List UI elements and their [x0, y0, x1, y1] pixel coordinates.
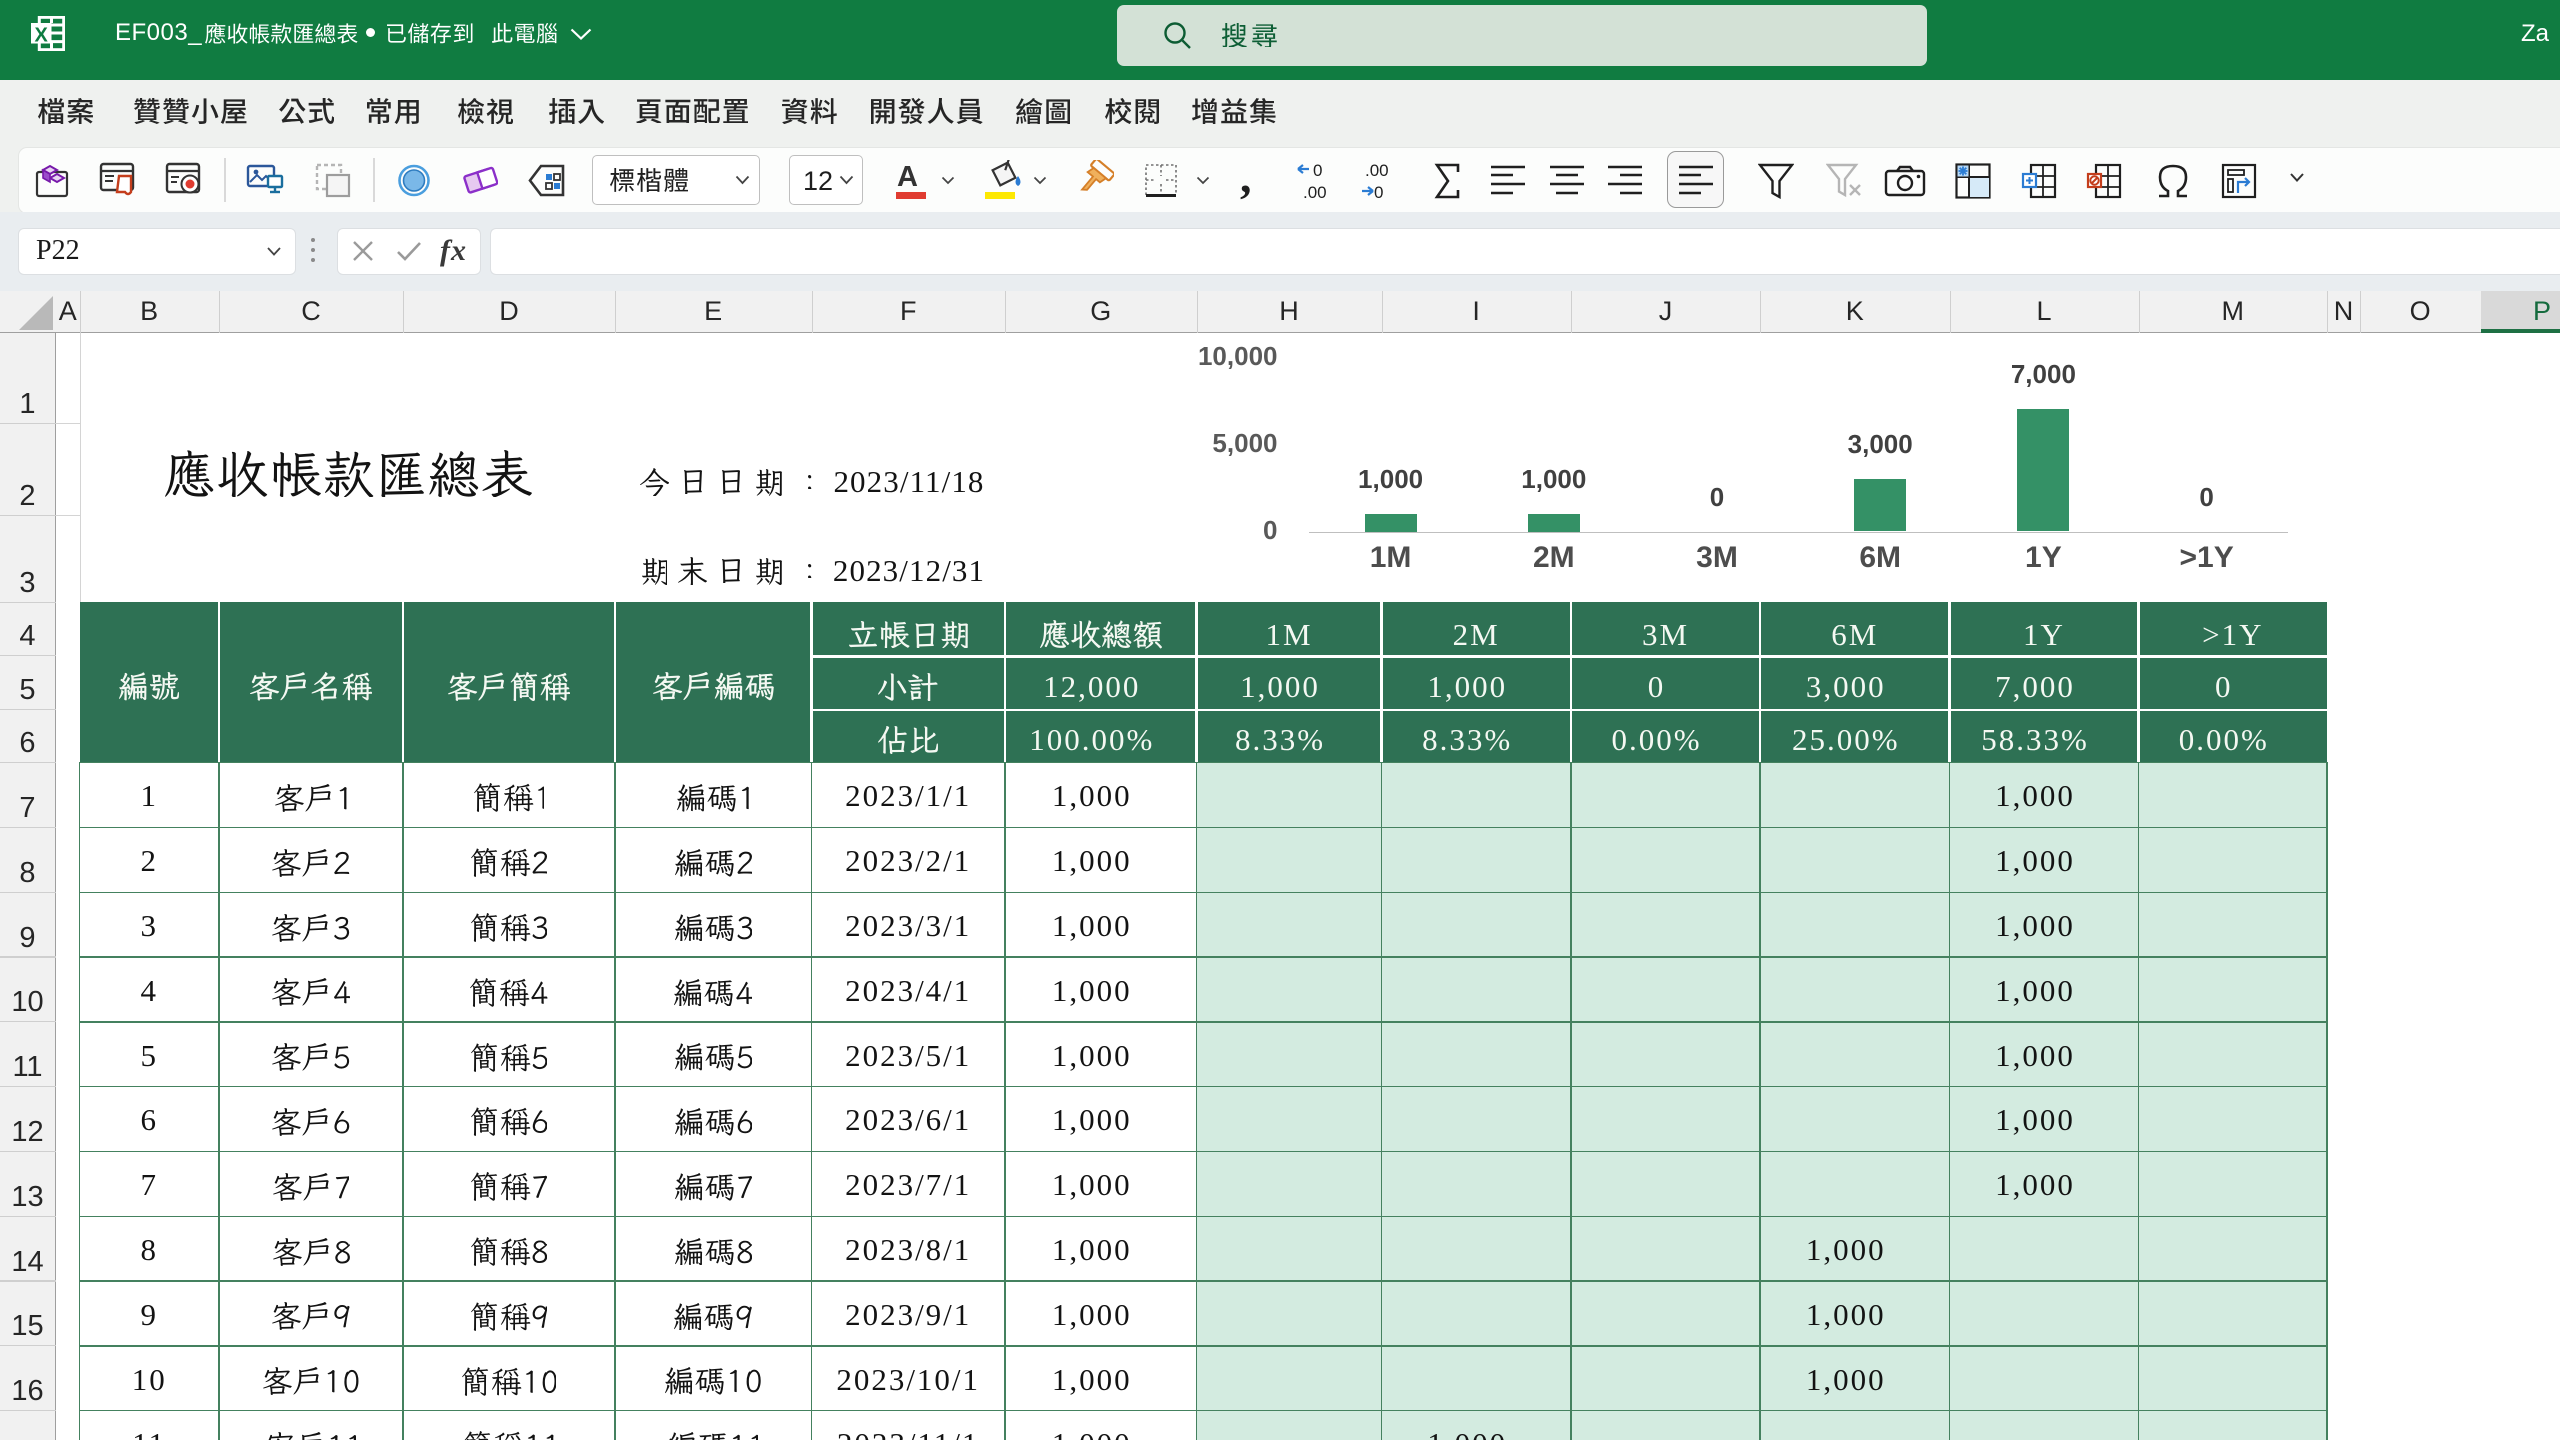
svg-text:X: X [35, 25, 49, 47]
svg-text:.00: .00 [1365, 161, 1389, 180]
svg-text:0: 0 [1313, 161, 1322, 180]
svg-text:0: 0 [1374, 183, 1383, 202]
svg-text:.00: .00 [1303, 183, 1327, 202]
